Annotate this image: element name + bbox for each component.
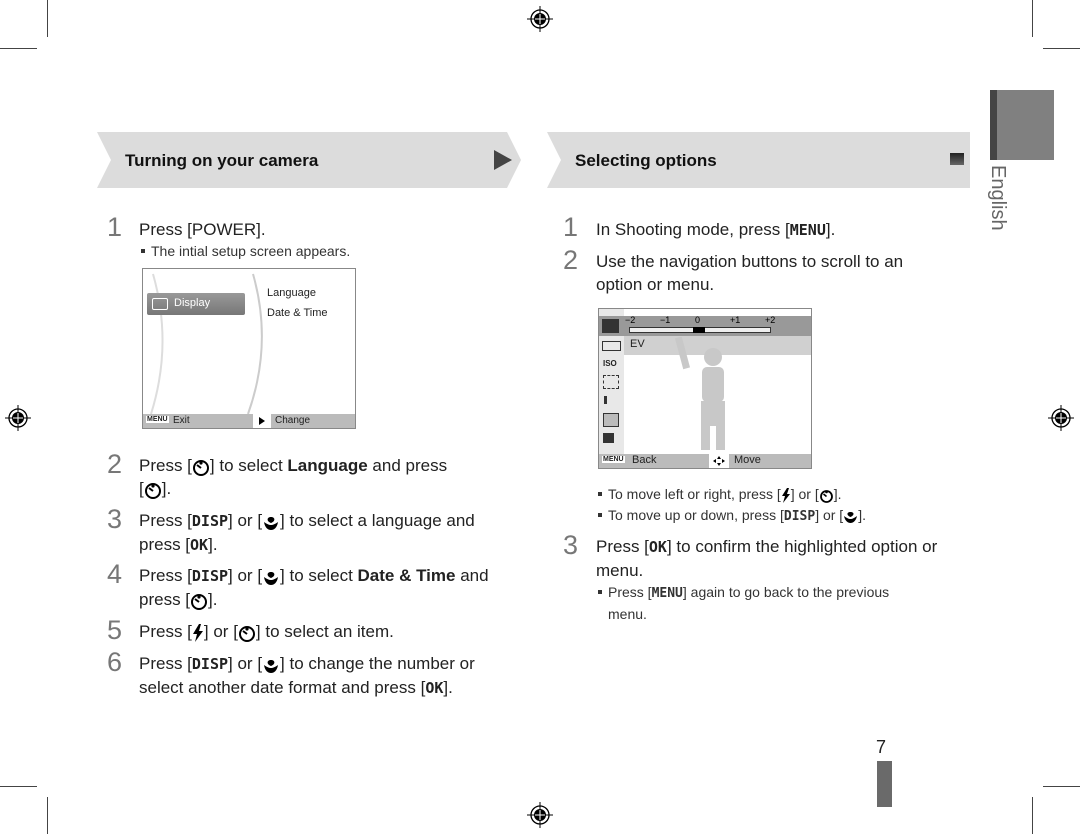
- bullet-text: To move up or down, press [DISP] or [].: [598, 505, 866, 527]
- step-number: 1: [563, 212, 579, 242]
- registration-mark-icon: [527, 6, 553, 32]
- macro-icon: [264, 659, 279, 673]
- flash-icon: [192, 623, 203, 642]
- display-icon: [152, 298, 168, 310]
- ev-label: EV: [630, 338, 645, 350]
- ev-screen-illustration: −2 −1 0 +1 +2 EV ISO MENU Back Move: [598, 308, 812, 469]
- crop-mark: [47, 797, 48, 834]
- option-date-time: Date & Time: [267, 307, 328, 319]
- registration-mark-icon: [527, 802, 553, 828]
- photo-style-icon: [603, 413, 619, 427]
- ev-icon: [602, 319, 619, 333]
- bullet-text: To move left or right, press [] or [].: [598, 486, 842, 503]
- ev-tick-label: 0: [695, 315, 701, 325]
- macro-icon: [264, 571, 279, 585]
- step-number: 2: [563, 245, 579, 275]
- step-text: Press [DISP] or [] to change the number …: [139, 654, 475, 697]
- side-tab: [990, 90, 1054, 160]
- option-language: Language: [267, 287, 316, 299]
- right-arrow-icon: [253, 414, 271, 428]
- step-text: Press [] to select Language and press[].: [139, 456, 448, 499]
- ev-tick-label: +2: [765, 315, 776, 325]
- timer-icon: [819, 489, 833, 503]
- bullet-text: Press [MENU] again to go back to the pre…: [598, 582, 948, 624]
- step-number: 2: [107, 449, 123, 479]
- screen-footer: MENU Back Move: [599, 454, 811, 468]
- step-text: Press [POWER].: [139, 220, 266, 239]
- step-text: In Shooting mode, press [MENU].: [596, 220, 836, 239]
- step-number: 1: [107, 212, 123, 242]
- menu-item-display: Display: [147, 293, 245, 315]
- crop-mark: [1043, 48, 1080, 49]
- timer-icon: [191, 593, 208, 610]
- side-tab-label: English: [987, 165, 1009, 231]
- focus-area-icon: [604, 396, 607, 404]
- timer-icon: [192, 459, 209, 476]
- step-text: Press [DISP] or [] to select Date & Time…: [139, 566, 489, 610]
- crop-mark: [47, 0, 48, 37]
- step-text: Press [] or [] to select an item.: [139, 622, 394, 642]
- flash-icon: [781, 487, 790, 503]
- crop-mark: [0, 48, 37, 49]
- crop-mark: [1032, 797, 1033, 834]
- crop-mark: [1043, 786, 1080, 787]
- page-tab-marker: [877, 761, 892, 807]
- screen-footer: MENU Exit Change: [143, 414, 355, 428]
- section-title: Selecting options: [575, 151, 717, 170]
- step-text: Press [OK] to confirm the highlighted op…: [596, 537, 938, 580]
- step-number: 5: [107, 615, 123, 645]
- ev-scale: −2 −1 0 +1 +2: [625, 315, 775, 336]
- iso-icon: ISO: [603, 359, 617, 368]
- section-end-square-icon: [950, 153, 964, 165]
- ev-value-marker: [693, 327, 705, 333]
- registration-mark-icon: [1048, 405, 1074, 431]
- white-balance-icon: [602, 341, 621, 351]
- step-number: 4: [107, 559, 123, 589]
- ev-tick-label: −2: [625, 315, 636, 325]
- macro-icon: [844, 511, 858, 523]
- section-title: Turning on your camera: [125, 151, 319, 170]
- crop-mark: [0, 786, 37, 787]
- ev-tick-label: +1: [730, 315, 741, 325]
- continue-arrow-icon: [494, 150, 512, 170]
- step-number: 6: [107, 647, 123, 677]
- ev-tick-label: −1: [660, 315, 671, 325]
- timer-icon: [144, 482, 161, 499]
- setup-screen-illustration: Display Language Date & Time MENU Exit C…: [142, 268, 356, 429]
- crop-mark: [1032, 0, 1033, 37]
- bullet-text: The intial setup screen appears.: [140, 243, 351, 259]
- step-text: Use the navigation buttons to scroll to …: [596, 252, 904, 294]
- page-number: 7: [876, 737, 887, 757]
- person-silhouette: [674, 337, 725, 450]
- macro-icon: [264, 516, 279, 530]
- navigation-icon: [709, 454, 729, 468]
- timer-icon: [238, 625, 255, 642]
- step-number: 3: [563, 530, 579, 560]
- registration-mark-icon: [5, 405, 31, 431]
- menu-key-icon: MENU: [146, 416, 169, 423]
- menu-key-icon: MENU: [602, 456, 625, 463]
- step-number: 3: [107, 504, 123, 534]
- step-text: Press [DISP] or [] to select a language …: [139, 511, 475, 554]
- face-detect-icon: [603, 375, 619, 389]
- smart-filter-icon: [603, 433, 614, 443]
